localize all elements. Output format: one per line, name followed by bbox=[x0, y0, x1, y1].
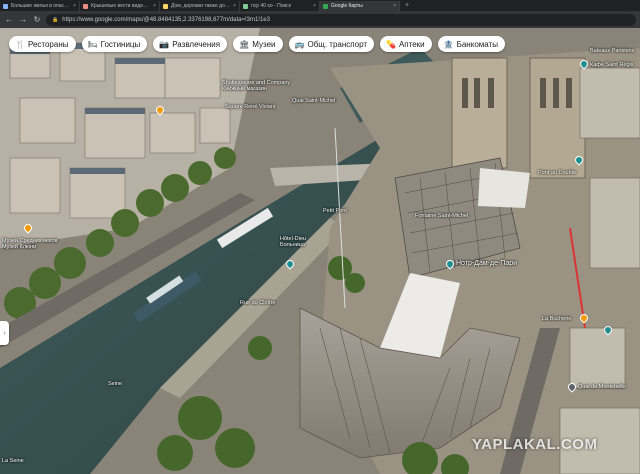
browser-tab[interactable]: Дом, дорожки также дорогот× bbox=[160, 1, 240, 11]
chip-label: Музеи bbox=[252, 39, 276, 49]
map-label-rue: Rue du Cloître bbox=[240, 300, 276, 306]
map-label-shakespeare[interactable]: Shakespeare and Company Книжный магазин bbox=[222, 80, 290, 92]
tab-title: Дом, дорожки также дорогот bbox=[171, 3, 231, 9]
browser-tab-strip: Большие жилья в опасении по×Крышевые вес… bbox=[0, 0, 640, 11]
camera-icon: 📷 bbox=[159, 39, 170, 49]
map-label-fontaine[interactable]: Fontaine Saint-Michel bbox=[415, 213, 468, 219]
category-chip-museum[interactable]: 🏛 Музеи bbox=[233, 36, 283, 52]
chip-label: Рестораны bbox=[27, 39, 69, 49]
map-label-square[interactable]: Square René Viviani bbox=[225, 104, 275, 110]
map-label-bistro[interactable]: La Bucherie bbox=[542, 316, 571, 322]
close-tab-icon[interactable]: × bbox=[233, 3, 236, 9]
chip-label: Гостиницы bbox=[100, 39, 141, 49]
museum-icon: 🏛 bbox=[239, 39, 250, 49]
tab-favicon-icon bbox=[83, 3, 88, 9]
category-chip-fork-knife[interactable]: 🍴 Рестораны bbox=[9, 36, 76, 52]
tab-title: Крышевые вести видео. CANAL bbox=[91, 3, 150, 9]
category-chip-bed[interactable]: 🛏 Гостиницы bbox=[81, 36, 148, 52]
fork-knife-icon: 🍴 bbox=[15, 39, 25, 49]
browser-tab[interactable]: Google Карты × bbox=[320, 1, 400, 11]
map-label-petit-pont[interactable]: Petit Pont bbox=[323, 208, 347, 214]
map-label-hotel[interactable]: Hôtel-Dieu Больница bbox=[280, 236, 306, 248]
pharmacy-icon: 💊 bbox=[386, 39, 396, 49]
close-tab-icon[interactable]: × bbox=[73, 3, 76, 9]
forward-arrow-icon[interactable]: → bbox=[18, 15, 28, 24]
back-arrow-icon[interactable]: ← bbox=[4, 15, 14, 24]
map-satellite-view[interactable]: › bbox=[0, 28, 640, 474]
close-tab-icon[interactable]: × bbox=[393, 3, 396, 9]
map-label-la-seine: La Seine bbox=[2, 458, 24, 464]
browser-tab[interactable]: ncp 40 so - Поиск × bbox=[240, 1, 320, 11]
map-label-musee[interactable]: Музей Средних веков Музей Клюни bbox=[2, 238, 57, 250]
reload-icon[interactable]: ↻ bbox=[32, 15, 42, 24]
map-label-right3[interactable]: Pont au Double bbox=[538, 170, 576, 176]
map-label-saint-michel: Quai Saint-Michel bbox=[292, 98, 336, 104]
browser-toolbar: ← → ↻ 🔒 https://www.google.com/maps/@48.… bbox=[0, 11, 640, 28]
chip-label: Банкоматы bbox=[456, 39, 498, 49]
chip-label: Аптеки bbox=[398, 39, 425, 49]
category-chip-camera[interactable]: 📷 Развлечения bbox=[153, 36, 228, 52]
map-label-quai[interactable]: Quai de Montebello bbox=[578, 384, 626, 390]
tab-title: ncp 40 so - Поиск bbox=[251, 3, 291, 9]
collapse-panel-button[interactable]: › bbox=[0, 321, 9, 345]
browser-tab[interactable]: Крышевые вести видео. CANAL× bbox=[80, 1, 160, 11]
bus-icon: 🚌 bbox=[294, 39, 305, 49]
tab-title: Большие жилья в опасении по bbox=[11, 3, 70, 9]
new-tab-icon[interactable]: + bbox=[400, 1, 414, 11]
category-chip-pharmacy[interactable]: 💊 Аптеки bbox=[380, 36, 432, 52]
category-chip-bank[interactable]: 🏦 Банкоматы bbox=[437, 36, 505, 52]
lock-icon: 🔒 bbox=[52, 16, 59, 23]
chip-label: Развлечения bbox=[172, 39, 221, 49]
browser-tab[interactable]: Большие жилья в опасении по× bbox=[0, 1, 80, 11]
bed-icon: 🛏 bbox=[87, 39, 98, 49]
bank-icon: 🏦 bbox=[443, 39, 454, 49]
category-chip-bus[interactable]: 🚌 Общ. транспорт bbox=[288, 36, 374, 52]
map-label-right1[interactable]: Bateaux Parisiens bbox=[590, 48, 634, 54]
map-label-right2[interactable]: Кафе Saint Régis bbox=[590, 62, 634, 68]
tab-favicon-icon bbox=[323, 3, 328, 9]
category-chips: 🍴 Рестораны 🛏 Гостиницы 📷 Развлечения 🏛 Музеи 🚌 О… bbox=[9, 36, 505, 52]
url-text: https://www.google.com/maps/@48.8484135,… bbox=[62, 16, 270, 23]
chip-label: Общ. транспорт bbox=[307, 39, 367, 49]
map-label-notre-dame[interactable]: Нотр-Дам-де-Пари bbox=[456, 260, 517, 268]
map-imagery bbox=[0, 28, 640, 474]
watermark-text: YAPLAKAL.COM bbox=[472, 436, 598, 453]
close-tab-icon[interactable]: × bbox=[313, 3, 316, 9]
address-bar[interactable]: 🔒 https://www.google.com/maps/@48.848413… bbox=[46, 13, 636, 26]
tab-title: Google Карты bbox=[331, 3, 363, 9]
tab-favicon-icon bbox=[243, 3, 248, 9]
tab-favicon-icon bbox=[3, 3, 8, 9]
tab-favicon-icon bbox=[163, 3, 168, 9]
close-tab-icon[interactable]: × bbox=[153, 3, 156, 9]
map-label-seine-river: Seine bbox=[108, 381, 123, 387]
